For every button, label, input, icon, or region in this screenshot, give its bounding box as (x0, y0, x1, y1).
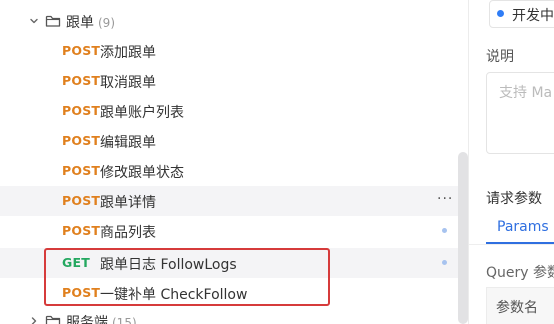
api-name: 一键补单 CheckFollow (100, 287, 248, 303)
status-dot-icon (442, 228, 447, 233)
description-label: 说明 (486, 49, 514, 65)
method-badge: POST (62, 73, 101, 88)
folder-icon (45, 15, 61, 27)
method-badge: POST (62, 43, 101, 58)
method-badge: POST (62, 223, 101, 238)
folder-row-followup[interactable]: 跟单 (9) (0, 6, 468, 36)
method-badge: POST (62, 285, 101, 300)
api-name: 取消跟单 (100, 75, 156, 91)
api-name: 添加跟单 (100, 45, 156, 61)
api-item-follow-logs[interactable]: GET 跟单日志 FollowLogs (0, 248, 460, 278)
api-item-cancel[interactable]: POST 取消跟单 (0, 66, 460, 96)
query-params-label: Query 参数 (486, 265, 554, 281)
api-tree-panel: 跟单 (9) POST 添加跟单 POST 取消跟单 POST 跟单账户列表 PO… (0, 0, 468, 324)
description-textarea[interactable]: 支持 Ma (486, 72, 554, 154)
folder-row-server[interactable]: 服务端 (15) (0, 306, 468, 324)
status-dot-icon (497, 10, 504, 17)
api-item-add[interactable]: POST 添加跟单 (0, 36, 460, 66)
api-name: 修改跟单状态 (100, 165, 184, 181)
folder-name: 跟单 (9) (66, 15, 115, 31)
param-name-header-label: 参数名 (496, 300, 538, 316)
api-item-check-follow[interactable]: POST 一键补单 CheckFollow (0, 278, 460, 308)
request-tabs: Params (469, 210, 554, 245)
status-value: 开发中 (512, 8, 554, 24)
method-badge: POST (62, 103, 101, 118)
api-detail-panel: 开发中 说明 支持 Ma 请求参数 Params Query 参数 参数名 (469, 0, 554, 324)
folder-count: (9) (98, 16, 115, 30)
chevron-right-icon[interactable] (29, 316, 39, 324)
method-badge: POST (62, 133, 101, 148)
api-name: 跟单账户列表 (100, 105, 184, 121)
param-name-header: 参数名 (486, 287, 554, 324)
api-name: 跟单日志 FollowLogs (100, 257, 237, 273)
api-name: 商品列表 (100, 225, 156, 241)
tab-params[interactable]: Params (497, 219, 549, 235)
api-item-change-status[interactable]: POST 修改跟单状态 (0, 156, 460, 186)
method-badge: POST (62, 163, 101, 178)
method-badge: GET (62, 255, 90, 270)
folder-name: 服务端 (15) (66, 312, 137, 324)
tree-scrollbar[interactable] (458, 152, 468, 324)
api-item-detail[interactable]: POST 跟单详情 ··· (0, 186, 460, 216)
api-item-account-list[interactable]: POST 跟单账户列表 (0, 96, 460, 126)
method-badge: POST (62, 193, 101, 208)
api-name: 编辑跟单 (100, 135, 156, 151)
status-dot-icon (442, 260, 447, 265)
description-placeholder: 支持 Ma (499, 85, 553, 101)
api-item-edit[interactable]: POST 编辑跟单 (0, 126, 460, 156)
folder-icon (45, 315, 61, 324)
api-item-product-list[interactable]: POST 商品列表 (0, 216, 460, 246)
chevron-down-icon[interactable] (29, 16, 39, 26)
more-options-icon[interactable]: ··· (437, 191, 453, 207)
request-params-label: 请求参数 (486, 191, 542, 207)
status-select[interactable]: 开发中 (489, 0, 554, 28)
api-name: 跟单详情 (100, 195, 156, 211)
folder-count: (15) (112, 316, 137, 324)
tab-active-underline (486, 242, 554, 244)
